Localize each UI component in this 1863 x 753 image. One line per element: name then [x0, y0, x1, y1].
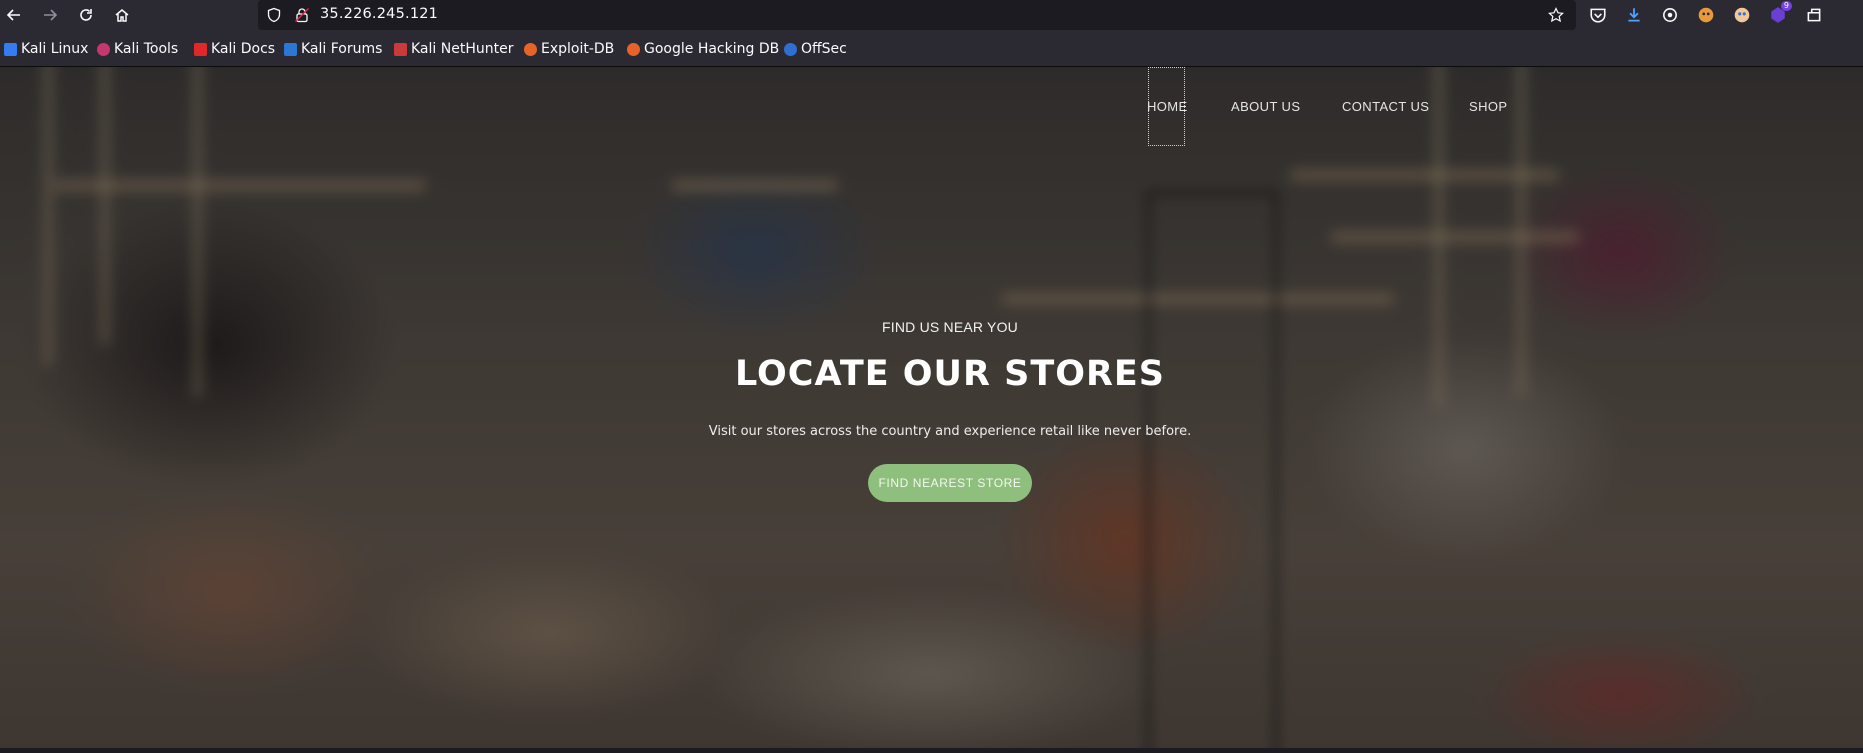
download-icon[interactable] — [1624, 5, 1644, 25]
bookmark-exploit-db[interactable]: Exploit-DB — [524, 39, 614, 59]
hero-kicker: FIND US NEAR YOU — [882, 319, 1018, 335]
bookmark-google-hacking-db[interactable]: Google Hacking DB — [627, 39, 779, 59]
url-text[interactable]: 35.226.245.121 — [320, 6, 438, 22]
star-icon[interactable] — [1548, 7, 1564, 23]
nav-shop[interactable]: SHOP — [1469, 99, 1507, 114]
forward-icon[interactable] — [38, 3, 62, 27]
bookmarks-toolbar: Kali Linux Kali Tools Kali Docs Kali For… — [0, 30, 1863, 67]
extension-icon[interactable] — [1732, 5, 1752, 25]
bookmark-label: Kali Docs — [211, 41, 276, 57]
shield-icon[interactable] — [266, 7, 282, 23]
offsec-icon — [784, 42, 797, 56]
home-icon[interactable] — [110, 3, 134, 27]
nav-about-us[interactable]: ABOUT US — [1231, 99, 1300, 114]
lock-icon[interactable] — [294, 7, 310, 23]
bookmark-kali-linux[interactable]: Kali Linux — [4, 39, 88, 59]
bookmark-label: Exploit-DB — [541, 41, 615, 57]
bookmark-kali-nethunter[interactable]: Kali NetHunter — [394, 39, 513, 59]
hero-subtitle: Visit our stores across the country and … — [708, 424, 1192, 439]
bookmark-kali-tools[interactable]: Kali Tools — [97, 39, 178, 59]
kali-forums-icon — [284, 42, 297, 56]
bookmark-kali-docs[interactable]: Kali Docs — [194, 39, 275, 59]
bookmark-kali-forums[interactable]: Kali Forums — [284, 39, 382, 59]
bookmark-label: Kali Linux — [21, 41, 89, 57]
bookmark-label: Google Hacking DB — [644, 41, 780, 57]
exploit-db-icon — [524, 42, 537, 56]
hero-overlay — [0, 67, 1863, 748]
back-icon[interactable] — [2, 3, 26, 27]
kali-nethunter-icon — [394, 42, 407, 56]
find-nearest-store-button[interactable]: FIND NEAREST STORE — [868, 464, 1032, 502]
extension-icon[interactable]: 9 — [1768, 1, 1792, 25]
bookmark-offsec[interactable]: OffSec — [784, 39, 847, 59]
pocket-icon[interactable] — [1588, 5, 1608, 25]
bookmark-label: Kali Tools — [114, 41, 179, 57]
extensions-menu-icon[interactable] — [1804, 5, 1824, 25]
google-hacking-db-icon — [627, 42, 640, 56]
browser-toolbar: 35.226.245.121 9 — [0, 0, 1863, 30]
main-navigation: HOME ABOUT US CONTACT US SHOP — [0, 67, 1863, 147]
kali-linux-icon — [4, 42, 17, 56]
settings-icon[interactable] — [1660, 5, 1680, 25]
url-bar[interactable]: 35.226.245.121 — [258, 0, 1576, 30]
nav-contact-us[interactable]: CONTACT US — [1342, 99, 1429, 114]
nav-home[interactable]: HOME — [1147, 99, 1188, 114]
hero-title: LOCATE OUR STORES — [734, 354, 1166, 394]
kali-docs-icon — [194, 42, 207, 56]
extension-badge: 9 — [1780, 1, 1792, 11]
extension-icon[interactable] — [1696, 5, 1716, 25]
kali-tools-icon — [97, 42, 110, 56]
web-page: HOME ABOUT US CONTACT US SHOP FIND US NE… — [0, 67, 1863, 748]
bookmark-label: Kali Forums — [301, 41, 383, 57]
bookmark-label: OffSec — [801, 41, 847, 57]
reload-icon[interactable] — [74, 3, 98, 27]
bookmark-label: Kali NetHunter — [411, 41, 514, 57]
